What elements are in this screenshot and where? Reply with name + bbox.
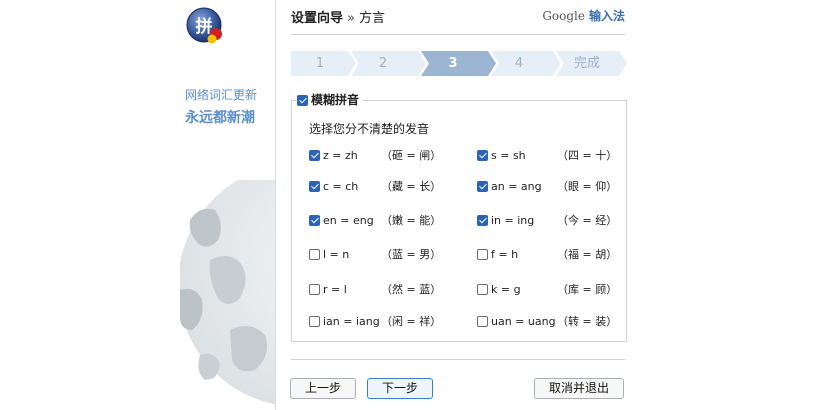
wizard-title: 设置向导 (291, 11, 344, 26)
option-hint: （库 = 顾） (557, 283, 618, 296)
option-s-sh[interactable]: s = sh (477, 147, 526, 163)
option-hint: （转 = 装） (557, 315, 618, 328)
fuzzy-pinyin-toggle[interactable]: 模糊拼音 (296, 92, 363, 108)
option-hint: （藏 = 长） (381, 180, 442, 193)
option-label: z = zh (323, 148, 358, 162)
brand-name: Google (542, 9, 585, 23)
option-checkbox[interactable] (477, 214, 488, 226)
step-label-2: 2 (378, 56, 388, 71)
option-label: f = h (491, 247, 519, 261)
product-name: 输入法 (588, 9, 625, 23)
option-hint: （四 = 十） (557, 149, 618, 162)
fuzzy-pinyin-checkbox[interactable] (297, 94, 308, 106)
option-checkbox[interactable] (309, 248, 320, 260)
footer-divider (291, 359, 625, 360)
option-checkbox[interactable] (309, 180, 320, 192)
option-hint: （福 = 胡） (557, 248, 618, 261)
option-in-ing[interactable]: in = ing (477, 212, 534, 228)
option-hint: （今 = 经） (557, 214, 618, 227)
sidebar: 拼 网络词汇更新 永远都新潮 (180, 0, 276, 410)
option-label: l = n (323, 247, 350, 261)
wizard-subtitle: 方言 (358, 11, 385, 26)
option-label: k = g (491, 282, 521, 296)
fuzzy-pinyin-label: 模糊拼音 (311, 93, 360, 107)
option-checkbox[interactable] (477, 180, 488, 192)
option-label: en = eng (323, 213, 374, 227)
option-l-n[interactable]: l = n (309, 246, 349, 262)
option-hint: （砸 = 闸） (381, 149, 442, 162)
option-label: in = ing (491, 213, 535, 227)
option-checkbox[interactable] (477, 248, 488, 260)
tagline-primary: 网络词汇更新 (185, 88, 258, 102)
option-checkbox[interactable] (309, 149, 320, 161)
ime-logo-icon: 拼 (186, 7, 222, 44)
cancel-exit-button[interactable]: 取消并退出 (534, 378, 624, 399)
step-label-4: 4 (514, 56, 524, 71)
option-ian-iang[interactable]: ian = iang (309, 313, 380, 329)
option-k-g[interactable]: k = g (477, 281, 521, 297)
option-hint: （眼 = 仰） (557, 180, 618, 193)
step-label-3: 3 (448, 56, 458, 71)
brand: Google 输入法 (542, 7, 625, 24)
breadcrumb-separator: » (347, 11, 355, 26)
option-an-ang[interactable]: an = ang (477, 178, 542, 194)
option-label: r = l (323, 282, 347, 296)
option-checkbox[interactable] (309, 214, 320, 226)
option-checkbox[interactable] (309, 283, 320, 295)
option-checkbox[interactable] (477, 315, 488, 327)
option-en-eng[interactable]: en = eng (309, 212, 374, 228)
option-z-zh[interactable]: z = zh (309, 147, 358, 163)
option-checkbox[interactable] (309, 315, 320, 327)
option-checkbox[interactable] (477, 149, 488, 161)
option-c-ch[interactable]: c = ch (309, 178, 358, 194)
option-hint: （嫩 = 能） (381, 214, 442, 227)
option-label: s = sh (491, 148, 526, 162)
option-label: uan = uang (491, 314, 556, 328)
wizard-header: 设置向导» 方言 Google 输入法 (291, 0, 625, 35)
option-hint: （然 = 蓝） (381, 283, 442, 296)
option-checkbox[interactable] (477, 283, 488, 295)
group-description: 选择您分不清楚的发音 (309, 122, 430, 136)
option-f-h[interactable]: f = h (477, 246, 518, 262)
globe-illustration (180, 180, 275, 405)
option-hint: （蓝 = 男） (381, 248, 442, 261)
step-label-done: 完成 (573, 56, 600, 71)
step-label-1: 1 (315, 56, 325, 71)
step-progress: 1 2 3 4 完成 (291, 51, 627, 76)
option-label: ian = iang (323, 314, 380, 328)
previous-button[interactable]: 上一步 (290, 378, 356, 399)
option-r-l[interactable]: r = l (309, 281, 347, 297)
option-hint: （闲 = 祥） (381, 315, 442, 328)
option-label: c = ch (323, 179, 359, 193)
tagline-secondary: 永远都新潮 (185, 110, 255, 126)
next-button[interactable]: 下一步 (367, 378, 433, 399)
header-title: 设置向导» 方言 (291, 7, 385, 26)
option-label: an = ang (491, 179, 542, 193)
svg-text:拼: 拼 (196, 16, 213, 37)
option-uan-uang[interactable]: uan = uang (477, 313, 556, 329)
